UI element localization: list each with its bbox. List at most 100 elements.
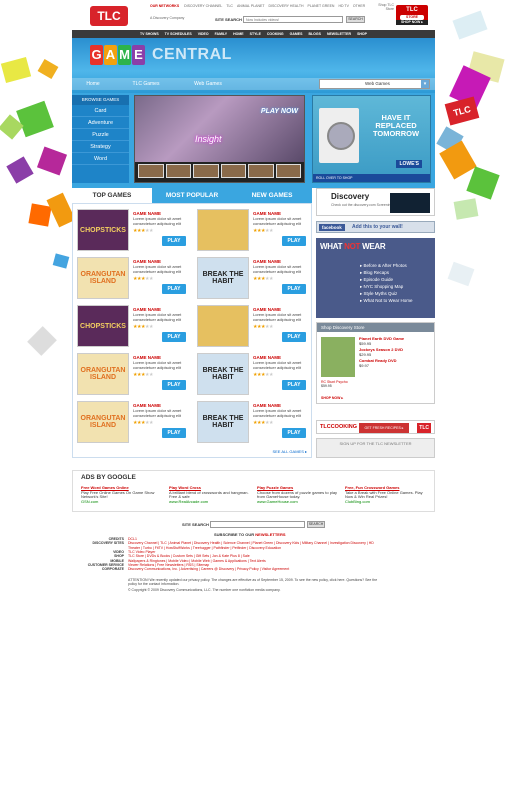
game-central-header: G A M E CENTRAL Home TLC Games Web Games Web…	[72, 38, 435, 93]
thumbnail[interactable]	[165, 164, 191, 178]
game-thumbnail[interactable]: ORANGUTAN ISLAND	[77, 257, 129, 299]
network-link[interactable]: ANIMAL PLANET	[237, 4, 265, 8]
network-link[interactable]: OTHER	[353, 4, 365, 8]
nav-item-blogs[interactable]: BLOGS	[308, 32, 320, 36]
game-central-logo[interactable]: G A M E CENTRAL	[90, 43, 232, 67]
games-dropdown[interactable]: Web Games ▾	[319, 79, 430, 89]
thumbnail[interactable]	[248, 164, 274, 178]
wnw-link[interactable]: ▸ Episode Guide	[360, 276, 412, 283]
play-button[interactable]: PLAY	[162, 236, 186, 246]
roll-over-to-shop[interactable]: ROLL OVER TO SHOP	[313, 174, 430, 182]
thumbnail[interactable]	[220, 164, 246, 178]
nav-item-family[interactable]: FAMILY	[215, 32, 228, 36]
network-link[interactable]: PLANET GREEN	[307, 4, 334, 8]
network-link[interactable]: HD TV	[338, 4, 348, 8]
footer-link-list[interactable]: Discovery Communications, Inc. | Adverti…	[128, 567, 378, 571]
subnav-tlc-games[interactable]: TLC Games	[122, 78, 170, 90]
browse-item-puzzle[interactable]: Puzzle	[72, 129, 129, 141]
google-ad[interactable]: Free, Fun Crossword Games Take a Break wi…	[345, 485, 430, 504]
search-input[interactable]	[243, 16, 343, 23]
what-not-to-wear-logo[interactable]: WHAT NOT WEAR	[320, 242, 386, 251]
browse-item-strategy[interactable]: Strategy	[72, 141, 129, 153]
google-ad[interactable]: Play Word Cross A brilliant blend of cros…	[169, 485, 254, 504]
nav-item-tv-schedules[interactable]: TV SCHEDULES	[165, 32, 192, 36]
play-button[interactable]: PLAY	[162, 332, 186, 342]
footer-search-button[interactable]: SEARCH	[307, 521, 325, 528]
game-thumbnail[interactable]: ORANGUTAN ISLAND	[77, 353, 129, 395]
wnw-link[interactable]: ▸ Before & After Photos	[360, 262, 412, 269]
footer-search-input[interactable]	[210, 521, 305, 528]
browse-item-adventure[interactable]: Adventure	[72, 117, 129, 129]
google-ad[interactable]: Play Puzzle Games Choose from dozens of p…	[257, 485, 342, 504]
game-thumbnail[interactable]: BREAK THE HABIT	[197, 257, 249, 299]
tlc-logo[interactable]: TLC	[90, 6, 128, 26]
network-link[interactable]: TLC	[226, 4, 233, 8]
nav-item-tv-shows[interactable]: TV SHOWS	[140, 32, 159, 36]
wnw-link[interactable]: ▸ What Not to Wear Home	[360, 297, 412, 304]
game-thumbnail[interactable]	[197, 209, 249, 251]
wnw-link[interactable]: ▸ Blog Recaps	[360, 269, 412, 276]
product-caption[interactable]: RC Stunt Psycho $59.95	[321, 380, 348, 388]
facebook-share[interactable]: facebook Add this to your wall!	[316, 221, 435, 233]
nav-item-video[interactable]: VIDEO	[198, 32, 209, 36]
tlc-cooking-ad[interactable]: TLCCOOKING GET FRESH RECIPES ▸ TLC	[316, 420, 435, 434]
game-thumbnail[interactable]: CHOPSTICKS	[77, 209, 129, 251]
thumbnail[interactable]	[193, 164, 219, 178]
featured-game[interactable]: PLAY NOW Insight	[134, 95, 305, 183]
network-link[interactable]: DISCOVERY CHANNEL	[184, 4, 222, 8]
discovery-ad[interactable]: Discovery Check out the discovery.com Sc…	[316, 188, 435, 216]
subnav-web-games[interactable]: Web Games	[184, 78, 232, 90]
nav-item-games[interactable]: GAMES	[290, 32, 303, 36]
chevron-down-icon[interactable]: ▾	[421, 80, 429, 88]
wnw-link[interactable]: ▸ NYC Shopping Map	[360, 283, 412, 290]
tlc-store-promo[interactable]: Shop TLC Store TLC STORE SHOP NOW ▸	[372, 3, 432, 28]
product-item[interactable]: Jockeys Season 2 DVD $29.95	[359, 347, 433, 357]
shop-now-button[interactable]: SHOP NOW ▸	[396, 20, 428, 25]
newsletter-signup[interactable]: SIGN UP FOR THE TLC NEWSLETTER	[316, 438, 435, 458]
search-button[interactable]: SEARCH	[346, 16, 365, 23]
nav-item-style[interactable]: STYLE	[250, 32, 261, 36]
game-thumbnail[interactable]: CHOPSTICKS	[77, 305, 129, 347]
network-link[interactable]: DISCOVERY HEALTH	[268, 4, 303, 8]
play-button[interactable]: PLAY	[162, 284, 186, 294]
play-now-button[interactable]: PLAY NOW	[261, 108, 298, 115]
google-ad[interactable]: Free Word Games Online Play Free Online G…	[81, 485, 166, 504]
tab-new-games[interactable]: NEW GAMES	[232, 188, 312, 203]
play-button[interactable]: PLAY	[282, 428, 306, 438]
game-thumbnail[interactable]	[197, 305, 249, 347]
featured-game-image[interactable]: PLAY NOW Insight	[135, 96, 304, 162]
game-thumbnail[interactable]: BREAK THE HABIT	[197, 401, 249, 443]
facebook-share-text[interactable]: Add this to your wall!	[352, 224, 403, 231]
see-all-games-link[interactable]: SEE ALL GAMES ▸	[272, 449, 307, 454]
tab-top-games[interactable]: TOP GAMES	[72, 188, 152, 203]
lowes-ad[interactable]: HAVE IT REPLACED TOMORROW LOWE'S ROLL OV…	[312, 95, 431, 183]
play-button[interactable]: PLAY	[162, 428, 186, 438]
product-item[interactable]: Planet Earth DVD Game $59.95	[359, 336, 433, 346]
play-button[interactable]: PLAY	[282, 236, 306, 246]
play-button[interactable]: PLAY	[282, 332, 306, 342]
play-button[interactable]: PLAY	[282, 284, 306, 294]
wnw-link[interactable]: ▸ Style Myths Quiz	[360, 290, 412, 297]
game-thumbnail[interactable]: ORANGUTAN ISLAND	[77, 401, 129, 443]
browse-item-word[interactable]: Word	[72, 153, 129, 165]
play-button[interactable]: PLAY	[282, 380, 306, 390]
shop-now-link[interactable]: SHOP NOW ▸	[321, 396, 343, 400]
nav-item-home[interactable]: HOME	[233, 32, 244, 36]
game-thumbnail[interactable]: BREAK THE HABIT	[197, 353, 249, 395]
subnav-home[interactable]: Home	[78, 78, 108, 90]
thumbnail[interactable]	[138, 164, 164, 178]
tlc-store-logo[interactable]: TLC STORE SHOP NOW ▸	[396, 5, 428, 25]
game-card: GAME NAME Lorem ipsum dolor sit amet cons…	[193, 206, 310, 254]
product-image[interactable]	[321, 337, 355, 377]
get-fresh-recipes-button[interactable]: GET FRESH RECIPES ▸	[359, 423, 409, 433]
game-card: CHOPSTICKS GAME NAME Lorem ipsum dolor sit…	[73, 302, 190, 350]
nav-item-newsletter[interactable]: NEWSLETTER	[327, 32, 351, 36]
nav-item-cooking[interactable]: COOKING	[267, 32, 284, 36]
product-item[interactable]: Combat Ready DVD $9.97	[359, 358, 433, 368]
nav-item-shop[interactable]: SHOP	[357, 32, 367, 36]
play-button[interactable]: PLAY	[162, 380, 186, 390]
thumbnail[interactable]	[275, 164, 301, 178]
tab-most-popular[interactable]: MOST POPULAR	[152, 188, 232, 203]
footer-link-list[interactable]: Discovery Channel | TLC | Animal Planet …	[128, 541, 378, 550]
browse-item-card[interactable]: Card	[72, 105, 129, 117]
